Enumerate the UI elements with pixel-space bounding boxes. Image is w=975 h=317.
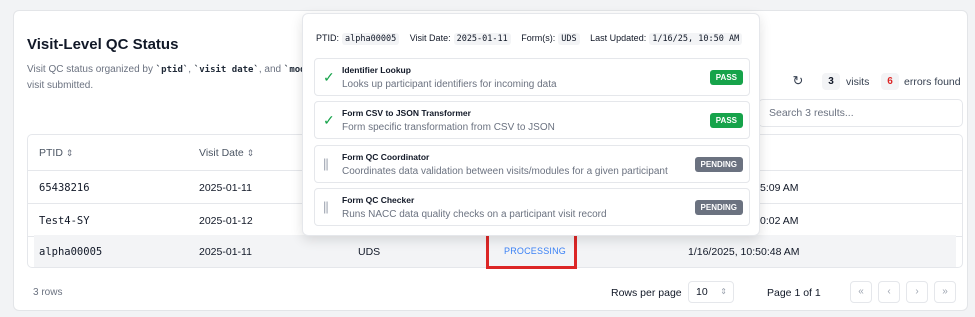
popover-header: PTID: alpha00005 Visit Date: 2025-01-11 Fo…: [316, 33, 750, 45]
cell-module: UDS: [358, 246, 381, 258]
status-badge: PENDING: [694, 157, 743, 172]
refresh-icon[interactable]: ↻: [790, 73, 806, 89]
status-badge: PENDING: [694, 200, 743, 215]
status-badge-processing[interactable]: PROCESSING: [504, 246, 566, 256]
search-input[interactable]: [758, 99, 963, 127]
sort-icon: ⇕: [65, 148, 74, 158]
cell-ptid: 65438216: [39, 182, 90, 194]
step-description: Coordinates data validation between visi…: [342, 166, 668, 177]
popover-visit-date: 2025-01-11: [453, 33, 511, 45]
cell-ptid: Test4-SY: [39, 215, 90, 227]
visits-count-badge: 3: [822, 73, 840, 90]
cell-last-updated: 1/16/2025, 10:50:48 AM: [688, 246, 800, 258]
prev-page-button[interactable]: ‹: [878, 281, 900, 303]
last-page-button[interactable]: »: [934, 281, 956, 303]
pipeline-step: ✓ Form CSV to JSON Transformer Form spec…: [314, 101, 750, 139]
cell-visit-date: 2025-01-12: [199, 215, 253, 227]
page-indicator: Page 1 of 1: [767, 287, 821, 299]
step-name: Identifier Lookup: [342, 65, 411, 75]
cell-last-updated: 5:09 AM: [760, 182, 799, 194]
popover-last-updated: 1/16/25, 10:50 AM: [649, 33, 743, 45]
errors-label: errors found: [904, 76, 961, 88]
page-description: Visit QC status organized by `ptid`, `vi…: [27, 64, 306, 91]
step-description: Looks up participant identifiers for inc…: [342, 79, 557, 90]
step-name: Form QC Coordinator: [342, 152, 430, 162]
first-page-button[interactable]: «: [850, 281, 872, 303]
pause-icon: ||: [323, 199, 329, 214]
pipeline-step: || Form QC Checker Runs NACC data qualit…: [314, 188, 750, 226]
page-title: Visit-Level QC Status: [27, 36, 179, 53]
step-description: Runs NACC data quality checks on a parti…: [342, 209, 607, 220]
cell-visit-date: 2025-01-11: [199, 246, 252, 258]
column-header-ptid[interactable]: PTID ⇕: [39, 147, 73, 159]
popover-forms: UDS: [558, 33, 580, 45]
rows-count: 3 rows: [33, 287, 63, 298]
chevron-updown-icon: ⇕: [720, 287, 727, 296]
step-name: Form CSV to JSON Transformer: [342, 108, 471, 118]
column-header-visit-date[interactable]: Visit Date ⇕: [199, 147, 254, 159]
check-icon: ✓: [323, 69, 335, 85]
check-icon: ✓: [323, 112, 335, 128]
cell-visit-date: 2025-01-11: [199, 182, 252, 194]
visit-details-popover: PTID: alpha00005 Visit Date: 2025-01-11 Fo…: [302, 13, 760, 236]
pipeline-step: || Form QC Coordinator Coordinates data …: [314, 145, 750, 183]
status-badge: PASS: [709, 113, 743, 128]
cell-last-updated: 0:02 AM: [760, 215, 799, 227]
rows-per-page-select[interactable]: 10 ⇕: [688, 281, 734, 303]
visits-label: visits: [846, 76, 870, 88]
pause-icon: ||: [323, 156, 329, 171]
errors-count-badge: 6: [881, 73, 899, 90]
pipeline-step: ✓ Identifier Lookup Looks up participant…: [314, 58, 750, 96]
cell-ptid: alpha00005: [39, 246, 103, 258]
next-page-button[interactable]: ›: [906, 281, 928, 303]
status-badge: PASS: [709, 70, 743, 85]
step-description: Form specific transformation from CSV to…: [342, 122, 555, 133]
step-name: Form QC Checker: [342, 195, 415, 205]
popover-ptid: alpha00005: [342, 33, 400, 45]
rows-per-page-label: Rows per page: [611, 287, 682, 299]
sort-icon: ⇕: [246, 148, 255, 158]
